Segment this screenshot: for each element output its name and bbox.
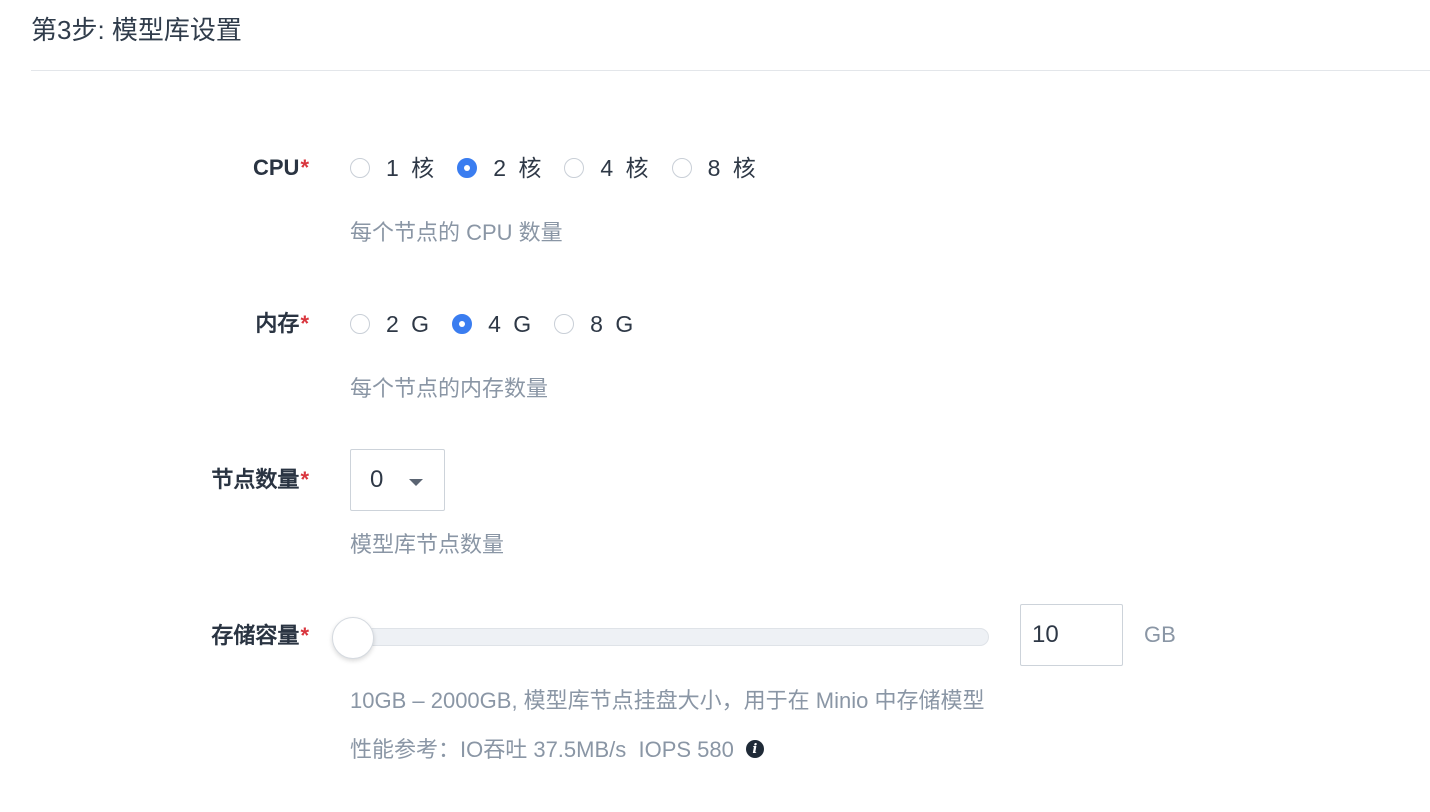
storage-input[interactable] bbox=[1020, 604, 1123, 666]
memory-option-2g[interactable]: 2 G bbox=[350, 309, 432, 339]
cpu-option-1[interactable]: 1 核 bbox=[350, 153, 437, 183]
divider bbox=[31, 70, 1430, 71]
nodes-label: 节点数量* bbox=[211, 467, 309, 492]
required-mark: * bbox=[300, 155, 309, 180]
storage-slider-handle[interactable] bbox=[332, 617, 374, 659]
radio-button[interactable] bbox=[554, 314, 575, 334]
cpu-hint: 每个节点的 CPU 数量 bbox=[350, 220, 563, 245]
select-value: 0 bbox=[370, 466, 384, 493]
memory-option-4g[interactable]: 4 G bbox=[452, 309, 534, 339]
memory-label: 内存* bbox=[255, 311, 309, 336]
storage-label: 存储容量* bbox=[211, 623, 309, 648]
storage-slider-track[interactable] bbox=[352, 628, 989, 646]
storage-unit: GB bbox=[1144, 622, 1176, 647]
radio-label: 8 G bbox=[590, 311, 637, 337]
step-title: 第3步: 模型库设置 bbox=[31, 15, 242, 45]
radio-button[interactable] bbox=[350, 314, 370, 334]
radio-label: 8 核 bbox=[707, 155, 759, 181]
required-mark: * bbox=[300, 467, 309, 492]
radio-button[interactable] bbox=[564, 158, 585, 178]
required-mark: * bbox=[300, 623, 309, 648]
radio-label: 1 核 bbox=[386, 155, 438, 181]
cpu-option-8[interactable]: 8 核 bbox=[671, 153, 759, 183]
radio-label: 2 核 bbox=[493, 155, 545, 181]
radio-label: 4 G bbox=[488, 311, 535, 337]
radio-label: 4 核 bbox=[600, 155, 652, 181]
radio-button-checked[interactable] bbox=[452, 314, 473, 334]
cpu-option-2[interactable]: 2 核 bbox=[457, 153, 544, 183]
nodes-hint: 模型库节点数量 bbox=[350, 532, 505, 557]
nodes-select[interactable]: 0 bbox=[350, 449, 445, 511]
cpu-label: CPU* bbox=[252, 155, 309, 180]
radio-button-checked[interactable] bbox=[457, 158, 478, 178]
radio-button[interactable] bbox=[671, 158, 692, 178]
perf-text: 性能参考：IO吞吐 37.5MB/s IOPS 580 bbox=[350, 737, 734, 762]
storage-hint: 10GB – 2000GB, 模型库节点挂盘大小，用于在 Minio 中存储模型 bbox=[350, 688, 985, 713]
storage-perf: 性能参考：IO吞吐 37.5MB/s IOPS 580 i bbox=[350, 735, 764, 765]
memory-radio-group: 2 G 4 G 8 G bbox=[350, 309, 654, 339]
chevron-down-icon[interactable] bbox=[409, 479, 423, 486]
memory-option-8g[interactable]: 8 G bbox=[554, 309, 636, 339]
required-mark: * bbox=[300, 311, 309, 336]
cpu-radio-group: 1 核 2 核 4 核 8 核 bbox=[350, 153, 777, 183]
radio-button[interactable] bbox=[350, 158, 370, 178]
radio-label: 2 G bbox=[386, 311, 433, 337]
info-icon[interactable]: i bbox=[745, 740, 764, 758]
cpu-option-4[interactable]: 4 核 bbox=[564, 153, 651, 183]
memory-hint: 每个节点的内存数量 bbox=[350, 376, 549, 401]
